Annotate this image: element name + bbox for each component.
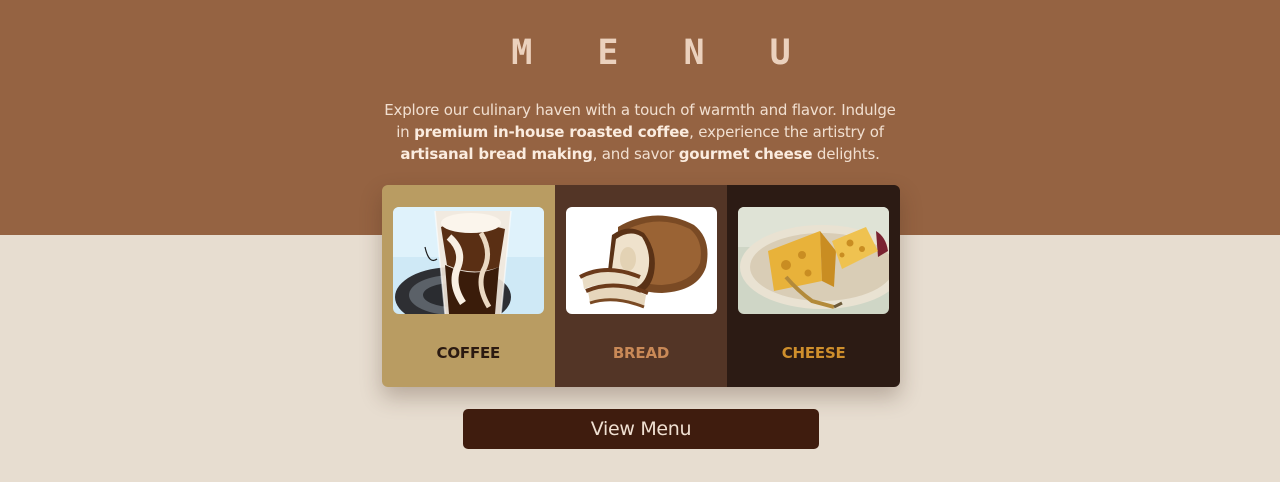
category-card-cheese[interactable]: CHEESE <box>727 185 900 387</box>
intro-highlight-coffee: premium in-house roasted coffee <box>414 123 690 141</box>
category-label-cheese: CHEESE <box>781 344 846 362</box>
menu-category-cards: COFFEE BREAD CHEESE <box>382 185 900 387</box>
category-card-bread[interactable]: BREAD <box>554 185 728 387</box>
intro-highlight-bread: artisanal bread making <box>400 145 593 163</box>
intro-highlight-cheese: gourmet cheese <box>678 145 813 163</box>
category-label-coffee: COFFEE <box>436 344 501 362</box>
iced-coffee-image <box>393 207 544 314</box>
bread-loaf-image <box>565 207 717 314</box>
intro-text: Explore our culinary haven with a touch … <box>380 99 900 165</box>
intro-text-part: , and savor <box>592 145 679 163</box>
category-card-coffee[interactable]: COFFEE <box>382 185 555 387</box>
intro-text-part: , experience the artistry of <box>689 123 884 141</box>
category-label-bread: BREAD <box>612 344 670 362</box>
cheese-plate-image <box>738 207 890 314</box>
view-menu-button[interactable]: View Menu <box>463 409 819 449</box>
intro-text-part: delights. <box>812 145 880 163</box>
page-title: M E N U <box>511 33 813 73</box>
